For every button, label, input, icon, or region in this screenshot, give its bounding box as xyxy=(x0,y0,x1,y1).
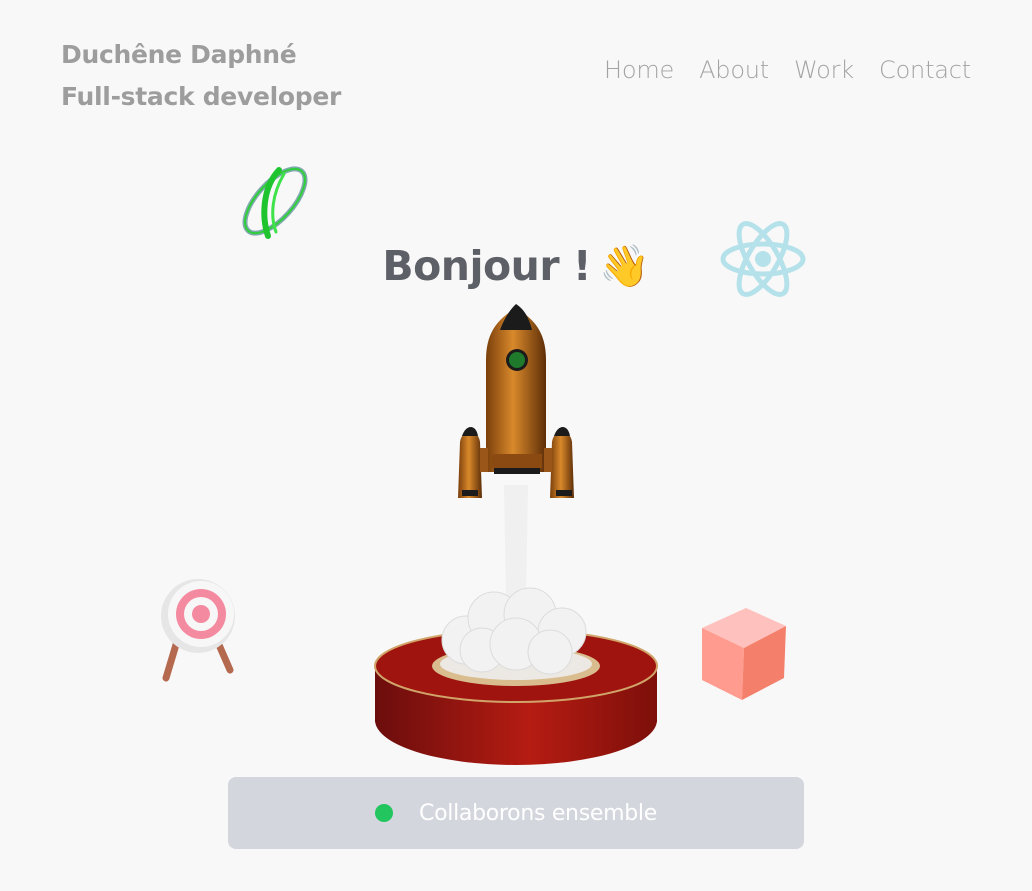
collaborate-button[interactable]: Collaborons ensemble xyxy=(228,777,804,849)
ring-icon xyxy=(242,166,308,239)
brand-role: Full-stack developer xyxy=(61,82,342,111)
greeting-text: Bonjour ! xyxy=(382,242,592,291)
rocket-icon xyxy=(374,304,658,765)
cube-icon xyxy=(702,608,786,700)
react-atom-icon xyxy=(720,221,806,297)
waving-hand-icon: 👋 xyxy=(599,242,650,291)
target-icon xyxy=(161,579,235,682)
nav-work[interactable]: Work xyxy=(794,56,854,84)
nav-home[interactable]: Home xyxy=(604,56,674,84)
nav-about[interactable]: About xyxy=(699,56,769,84)
nav-contact[interactable]: Contact xyxy=(879,56,971,84)
page: Duchêne Daphné Full-stack developer Home… xyxy=(0,0,1032,891)
status-dot xyxy=(375,804,394,822)
brand-name: Duchêne Daphné xyxy=(61,40,297,69)
greeting-heading: Bonjour ! 👋 xyxy=(0,242,1032,291)
main-nav: Home About Work Contact xyxy=(604,56,971,84)
brand[interactable]: Duchêne Daphné Full-stack developer xyxy=(61,34,341,118)
collaborate-label: Collaborons ensemble xyxy=(419,800,657,826)
